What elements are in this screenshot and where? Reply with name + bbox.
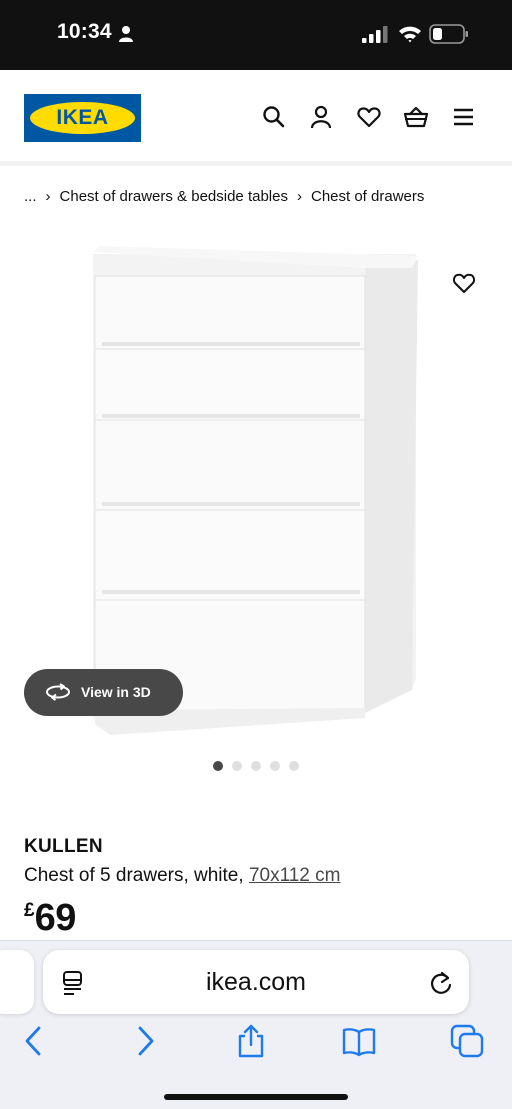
breadcrumb-separator: › xyxy=(296,187,302,205)
view-in-3d-button[interactable]: View in 3D xyxy=(24,669,183,716)
product-description-text: Chest of 5 drawers, white, xyxy=(24,865,249,886)
menu-icon[interactable] xyxy=(451,104,477,130)
basket-icon[interactable] xyxy=(403,104,429,130)
wifi-icon xyxy=(399,26,421,43)
signal-icon xyxy=(362,26,388,43)
favorite-heart-icon[interactable] xyxy=(452,271,476,295)
breadcrumb-separator: › xyxy=(45,187,51,205)
status-time: 10:34 xyxy=(57,20,112,43)
home-indicator[interactable] xyxy=(164,1094,348,1100)
product-description: Chest of 5 drawers, white, 70x112 cm xyxy=(24,865,340,887)
bookmarks-icon[interactable] xyxy=(342,1024,376,1058)
forward-icon[interactable] xyxy=(128,1024,162,1058)
product-name: KULLEN xyxy=(24,836,103,857)
battery-icon xyxy=(429,24,468,44)
reload-icon[interactable] xyxy=(428,969,454,997)
share-icon[interactable] xyxy=(234,1024,268,1058)
status-bar: 10:34 xyxy=(0,0,512,70)
site-header: IKEA xyxy=(0,70,512,166)
person-icon xyxy=(119,26,133,42)
view-in-3d-label: View in 3D xyxy=(81,684,151,700)
price-amount: 69 xyxy=(34,897,77,939)
gallery-dot[interactable] xyxy=(270,761,280,771)
gallery-dot[interactable] xyxy=(289,761,299,771)
product-image[interactable] xyxy=(0,238,512,743)
gallery-dot[interactable] xyxy=(213,761,223,771)
gallery-dot[interactable] xyxy=(251,761,261,771)
tabs-icon[interactable] xyxy=(450,1024,484,1058)
breadcrumb-item-chest-and-bedside[interactable]: Chest of drawers & bedside tables xyxy=(60,188,288,205)
breadcrumb: ... › Chest of drawers & bedside tables … xyxy=(24,186,424,206)
gallery-dot[interactable] xyxy=(232,761,242,771)
price-currency: £ xyxy=(24,900,35,921)
logo-oval: IKEA xyxy=(30,102,135,134)
address-bar[interactable]: ikea.com xyxy=(43,950,469,1014)
browser-toolbar: ikea.com xyxy=(0,940,512,1109)
search-icon[interactable] xyxy=(261,104,287,130)
breadcrumb-ellipsis[interactable]: ... xyxy=(24,188,37,205)
heart-icon[interactable] xyxy=(356,104,382,130)
logo-text: IKEA xyxy=(56,106,109,129)
gallery-pagination xyxy=(213,761,299,771)
account-icon[interactable] xyxy=(308,104,334,130)
previous-tab-preview[interactable] xyxy=(0,950,34,1014)
rotate-3d-icon xyxy=(46,683,70,701)
ikea-logo[interactable]: IKEA xyxy=(24,94,141,142)
breadcrumb-item-chest-of-drawers[interactable]: Chest of drawers xyxy=(311,188,424,205)
product-size-link[interactable]: 70x112 cm xyxy=(249,865,341,886)
product-price: £69 xyxy=(24,897,76,940)
back-icon[interactable] xyxy=(17,1024,51,1058)
url-text: ikea.com xyxy=(205,968,307,996)
